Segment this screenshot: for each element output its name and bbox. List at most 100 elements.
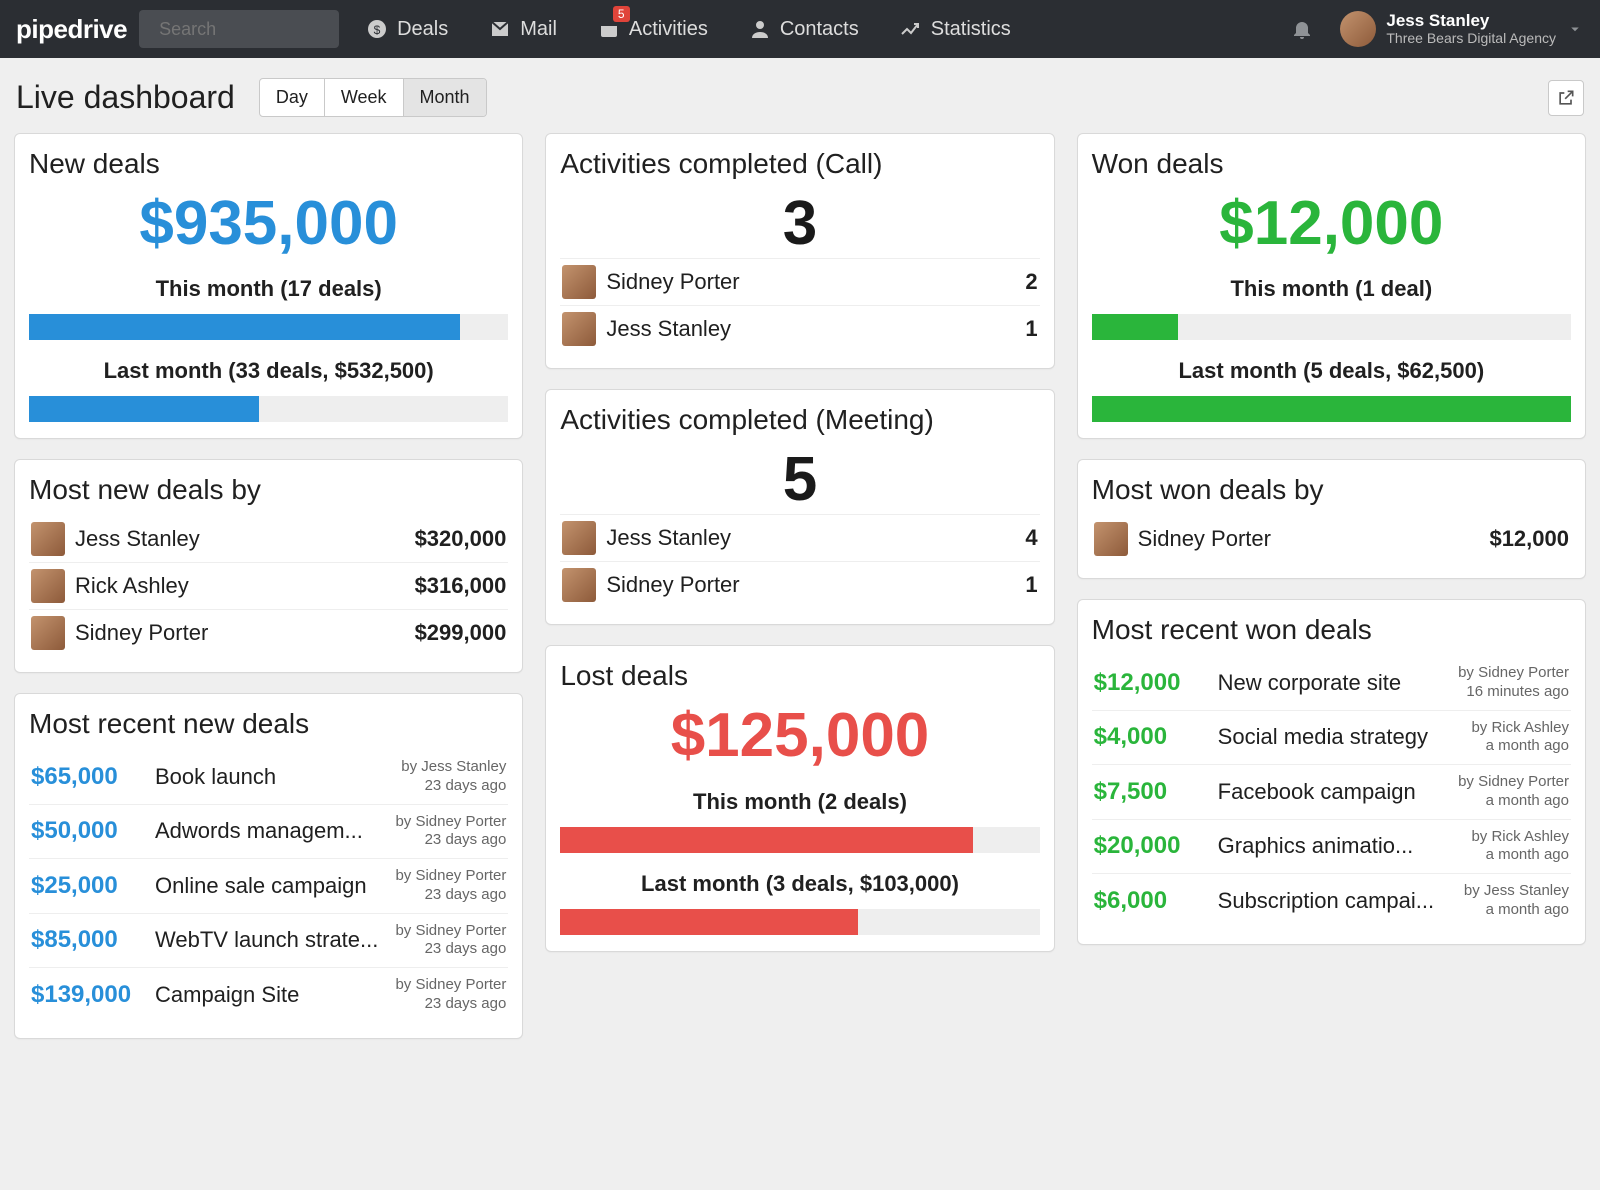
person-name: Jess Stanley [75, 526, 405, 552]
deal-row[interactable]: $50,000 Adwords managem... by Sidney Por… [29, 804, 508, 859]
nav-mail-label: Mail [520, 18, 557, 41]
card-title: Most recent won deals [1092, 614, 1571, 646]
nav-contacts[interactable]: Contacts [734, 0, 873, 58]
nav-statistics-label: Statistics [931, 18, 1011, 41]
deal-name: WebTV launch strate... [155, 927, 383, 953]
deal-amount: $6,000 [1094, 887, 1206, 915]
nav-deals[interactable]: $ Deals [351, 0, 462, 58]
deal-amount: $12,000 [1094, 669, 1206, 697]
bar-last-fill [29, 396, 259, 422]
card-most-new-by: Most new deals by Jess Stanley $320,000 … [14, 459, 523, 673]
list-item[interactable]: Jess Stanley 1 [560, 305, 1039, 352]
deal-row[interactable]: $7,500 Facebook campaign by Sidney Porte… [1092, 764, 1571, 819]
bar-this-fill [1092, 314, 1178, 340]
lost-last-label: Last month (3 deals, $103,000) [560, 871, 1039, 897]
period-day[interactable]: Day [260, 79, 325, 116]
meeting-count: 5 [560, 446, 1039, 514]
deal-meta: by Sidney Porter23 days ago [395, 976, 506, 1014]
card-won-deals: Won deals $12,000 This month (1 deal) La… [1077, 133, 1586, 439]
deal-row[interactable]: $139,000 Campaign Site by Sidney Porter2… [29, 967, 508, 1022]
page-header: Live dashboard Day Week Month [0, 58, 1600, 127]
notifications[interactable] [1276, 0, 1328, 58]
count: 1 [1025, 316, 1037, 342]
deal-amount: $85,000 [31, 926, 143, 954]
nav-activities-label: Activities [629, 18, 708, 41]
amount: $320,000 [415, 526, 507, 552]
avatar [1340, 11, 1376, 47]
deal-meta: by Sidney Portera month ago [1458, 773, 1569, 811]
col-left: New deals $935,000 This month (17 deals)… [14, 133, 523, 1039]
period-month[interactable]: Month [404, 79, 486, 116]
deal-name: Campaign Site [155, 982, 383, 1008]
user-menu[interactable]: Jess Stanley Three Bears Digital Agency [1340, 11, 1584, 47]
person-name: Sidney Porter [75, 620, 405, 646]
new-deals-amount: $935,000 [29, 190, 508, 258]
list-item[interactable]: Sidney Porter 1 [560, 561, 1039, 608]
deal-meta: by Jess Stanley23 days ago [401, 758, 506, 796]
bar-this-fill [29, 314, 460, 340]
deal-name: Facebook campaign [1218, 779, 1446, 805]
deal-name: Social media strategy [1218, 724, 1460, 750]
topbar: pipedrive $ Deals Mail 5 Activities Cont… [0, 0, 1600, 58]
list-item[interactable]: Rick Ashley $316,000 [29, 562, 508, 609]
list-item[interactable]: Sidney Porter $12,000 [1092, 516, 1571, 562]
avatar [562, 312, 596, 346]
bar-this-fill [560, 827, 972, 853]
deal-name: Graphics animatio... [1218, 833, 1460, 859]
deal-amount: $20,000 [1094, 832, 1206, 860]
deal-row[interactable]: $12,000 New corporate site by Sidney Por… [1092, 656, 1571, 710]
bar-last [29, 396, 508, 422]
avatar [1094, 522, 1128, 556]
deal-row[interactable]: $25,000 Online sale campaign by Sidney P… [29, 858, 508, 913]
deal-meta: by Sidney Porter16 minutes ago [1458, 664, 1569, 702]
search-wrap[interactable] [139, 10, 339, 48]
deal-amount: $139,000 [31, 981, 143, 1009]
share-button[interactable] [1548, 80, 1584, 116]
deal-row[interactable]: $6,000 Subscription campai... by Jess St… [1092, 873, 1571, 928]
card-lost-deals: Lost deals $125,000 This month (2 deals)… [545, 645, 1054, 951]
deal-row[interactable]: $4,000 Social media strategy by Rick Ash… [1092, 710, 1571, 765]
activities-badge: 5 [613, 6, 630, 22]
amount: $316,000 [415, 573, 507, 599]
user-agency: Three Bears Digital Agency [1386, 31, 1556, 46]
person-icon [748, 17, 772, 41]
nav-deals-label: Deals [397, 18, 448, 41]
col-mid: Activities completed (Call) 3 Sidney Por… [545, 133, 1054, 952]
card-title: Activities completed (Meeting) [560, 404, 1039, 436]
list-item[interactable]: Jess Stanley $320,000 [29, 516, 508, 562]
avatar [31, 569, 65, 603]
bar-last-fill [1092, 396, 1571, 422]
card-new-deals: New deals $935,000 This month (17 deals)… [14, 133, 523, 439]
bar-last [560, 909, 1039, 935]
bar-last [1092, 396, 1571, 422]
nav-statistics[interactable]: Statistics [885, 0, 1025, 58]
deal-amount: $4,000 [1094, 723, 1206, 751]
list-item[interactable]: Jess Stanley 4 [560, 514, 1039, 561]
period-week[interactable]: Week [325, 79, 404, 116]
card-title: Most won deals by [1092, 474, 1571, 506]
card-title: Most new deals by [29, 474, 508, 506]
deal-name: Subscription campai... [1218, 888, 1452, 914]
won-this-label: This month (1 deal) [1092, 276, 1571, 302]
deal-name: New corporate site [1218, 670, 1446, 696]
avatar [31, 522, 65, 556]
mail-icon [488, 17, 512, 41]
deal-name: Online sale campaign [155, 873, 383, 899]
deal-row[interactable]: $20,000 Graphics animatio... by Rick Ash… [1092, 819, 1571, 874]
deal-amount: $7,500 [1094, 778, 1206, 806]
count: 4 [1025, 525, 1037, 551]
amount: $12,000 [1489, 526, 1569, 552]
person-name: Jess Stanley [606, 525, 1015, 551]
nav-activities[interactable]: 5 Activities [583, 0, 722, 58]
bar-this [560, 827, 1039, 853]
nav-mail[interactable]: Mail [474, 0, 571, 58]
deal-meta: by Sidney Porter23 days ago [395, 813, 506, 851]
external-link-icon [1556, 88, 1576, 108]
won-amount: $12,000 [1092, 190, 1571, 258]
list-item[interactable]: Sidney Porter 2 [560, 258, 1039, 305]
list-item[interactable]: Sidney Porter $299,000 [29, 609, 508, 656]
avatar [562, 521, 596, 555]
deal-meta: by Jess Stanleya month ago [1464, 882, 1569, 920]
deal-row[interactable]: $65,000 Book launch by Jess Stanley23 da… [29, 750, 508, 804]
deal-row[interactable]: $85,000 WebTV launch strate... by Sidney… [29, 913, 508, 968]
